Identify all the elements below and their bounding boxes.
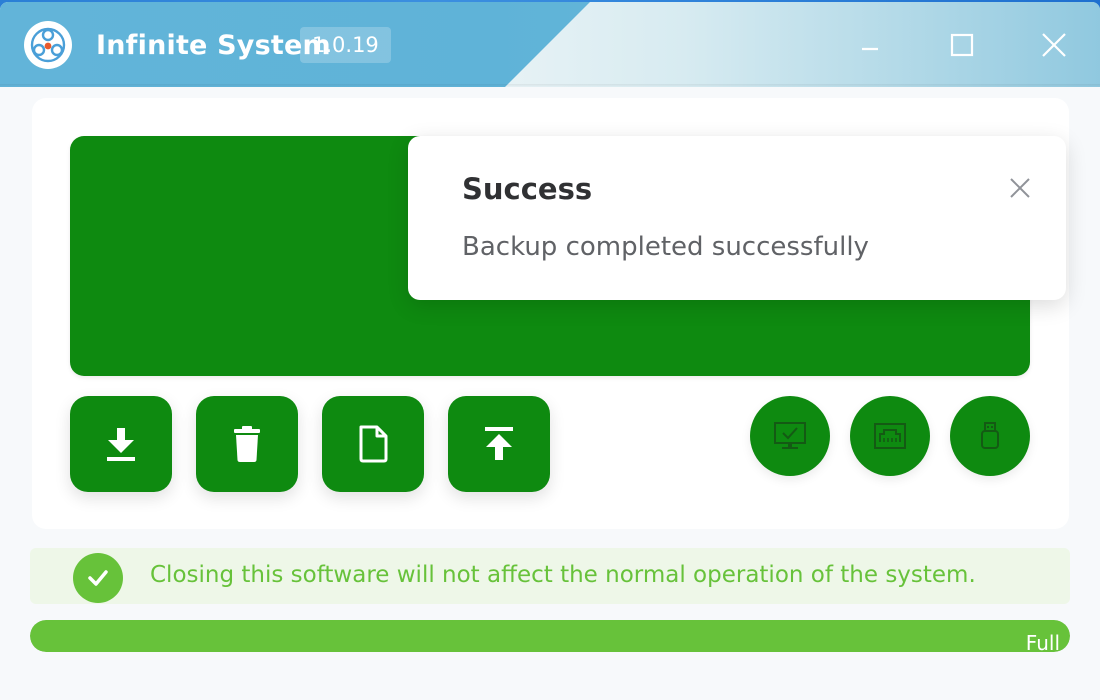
title-bar[interactable]: Infinite System 1.0.19 [0,2,1100,87]
upload-icon [485,427,513,460]
upload-button[interactable] [448,396,550,492]
progress-fill [30,620,1070,652]
app-logo-icon [24,21,72,69]
download-button[interactable] [70,396,172,492]
monitor-check-icon [774,422,806,449]
progress-label: Full [1025,631,1060,652]
trash-icon [234,426,260,462]
usb-icon [981,422,999,449]
toast-message: Backup completed successfully [462,232,869,262]
success-toast: Success Backup completed successfully [408,136,1066,300]
ethernet-icon [874,423,906,449]
info-notice: Closing this software will not affect th… [30,548,1070,604]
toast-close-button[interactable] [1008,176,1032,200]
close-icon [1042,33,1066,57]
usb-status-button[interactable] [950,396,1030,476]
delete-button[interactable] [196,396,298,492]
close-icon [1010,178,1030,198]
minimize-button[interactable] [847,22,893,68]
monitor-status-button[interactable] [750,396,830,476]
file-button[interactable] [322,396,424,492]
toast-title: Success [462,172,593,206]
maximize-icon [950,33,974,57]
maximize-button[interactable] [939,22,985,68]
check-circle-icon [73,553,123,603]
network-status-button[interactable] [850,396,930,476]
app-window: Infinite System 1.0.19 Success Backup co… [0,2,1100,700]
storage-progress-bar: Full [30,620,1070,652]
file-icon [359,425,388,463]
app-title: Infinite System [96,30,331,61]
notice-text: Closing this software will not affect th… [150,562,976,588]
download-icon [107,428,135,461]
minimize-icon [862,47,878,51]
version-badge: 1.0.19 [300,27,391,63]
window-close-button[interactable] [1031,22,1077,68]
